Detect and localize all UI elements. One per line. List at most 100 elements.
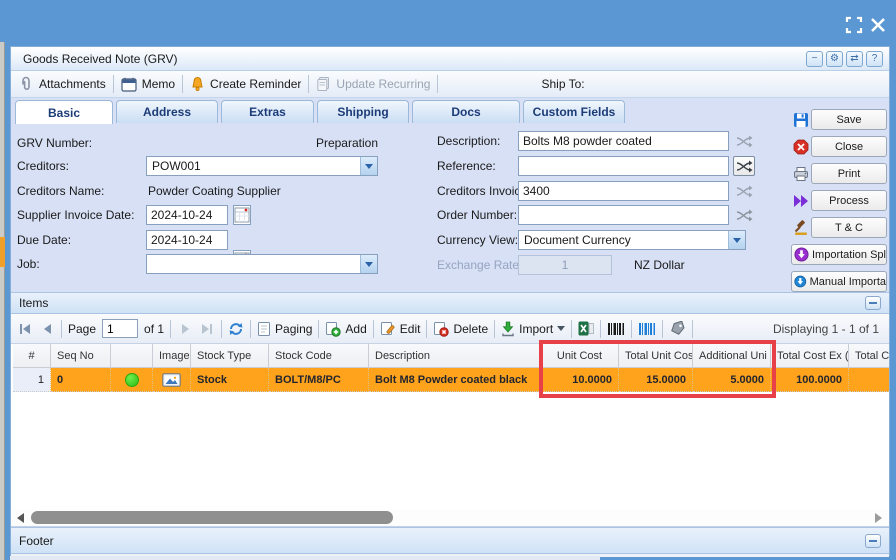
order-number-input[interactable] xyxy=(518,205,729,225)
last-page-button[interactable] xyxy=(199,321,215,337)
row-stock-type-cell: Stock xyxy=(191,368,269,392)
close-action: Close xyxy=(791,136,887,157)
col-header-total-cost-ex[interactable]: Total Cost Ex ( xyxy=(771,344,849,368)
update-recurring-button[interactable]: Update Recurring xyxy=(316,76,430,92)
close-button[interactable]: Close xyxy=(811,136,887,157)
reference-lookup-button[interactable] xyxy=(733,156,755,176)
col-header-unit-cost[interactable]: Unit Cost xyxy=(541,344,619,368)
create-reminder-button[interactable]: Create Reminder xyxy=(190,76,301,92)
job-combobox[interactable] xyxy=(146,254,378,274)
col-header-status[interactable] xyxy=(111,344,153,368)
col-header-description[interactable]: Description xyxy=(369,344,541,368)
supplier-invoice-date-input[interactable] xyxy=(146,205,228,225)
currency-view-value: Document Currency xyxy=(519,233,728,247)
description-input[interactable] xyxy=(518,131,729,151)
tab-custom-fields[interactable]: Custom Fields xyxy=(523,100,625,123)
first-page-button[interactable] xyxy=(17,321,33,337)
job-dropdown-button[interactable] xyxy=(360,255,377,273)
col-header-seq-no[interactable]: Seq No xyxy=(51,344,111,368)
close-icon[interactable] xyxy=(869,16,887,34)
toolbar-separator xyxy=(170,320,171,338)
delete-row-button[interactable]: Delete xyxy=(433,321,488,337)
minimize-button[interactable]: − xyxy=(806,51,823,67)
creditors-dropdown-button[interactable] xyxy=(360,157,377,175)
col-header-stock-code[interactable]: Stock Code xyxy=(269,344,369,368)
tab-extras[interactable]: Extras xyxy=(221,100,314,123)
items-grid: # Seq No Image Stock Type Stock Code Des… xyxy=(11,344,889,509)
creditors-invoice-no-input[interactable] xyxy=(518,181,729,201)
order-number-lookup-button[interactable] xyxy=(733,205,755,225)
col-header-total-unit-cost[interactable]: Total Unit Cos xyxy=(619,344,693,368)
col-header-image[interactable]: Image xyxy=(153,344,191,368)
shuffle-icon xyxy=(736,159,753,174)
process-button[interactable]: Process xyxy=(811,190,887,211)
add-row-button[interactable]: Add xyxy=(325,321,366,337)
col-header-total-cost[interactable]: Total Cos xyxy=(849,344,889,368)
triangle-left-icon xyxy=(23,324,30,334)
col-header-additional-unit[interactable]: Additional Uni xyxy=(693,344,771,368)
tab-docs[interactable]: Docs xyxy=(412,100,520,123)
horizontal-scrollbar[interactable] xyxy=(11,509,889,527)
creditors-combobox[interactable]: POW001 xyxy=(146,156,378,176)
toolbar-separator xyxy=(631,320,632,338)
memo-icon xyxy=(121,77,137,92)
supplier-invoice-date-picker-button[interactable] xyxy=(233,205,251,225)
export-excel-button[interactable] xyxy=(578,321,594,336)
row-image-cell[interactable] xyxy=(153,368,191,392)
delete-icon xyxy=(433,321,449,337)
import-button[interactable]: Import xyxy=(501,321,565,337)
edit-icon xyxy=(380,321,396,337)
footer-collapse-button[interactable] xyxy=(865,534,881,548)
table-row[interactable]: 1 0 Stock BOLT/M8/PC Bolt M8 Powder coat… xyxy=(13,368,889,392)
save-button[interactable]: Save xyxy=(811,109,887,130)
grv-status-value: Preparation xyxy=(253,133,378,153)
tab-address[interactable]: Address xyxy=(116,100,218,123)
creditors-invoice-lookup-button[interactable] xyxy=(733,181,755,201)
page-number-input[interactable] xyxy=(102,319,138,338)
col-header-num[interactable]: # xyxy=(13,344,51,368)
next-page-button[interactable] xyxy=(177,321,193,337)
row-stock-code-cell: BOLT/M8/PC xyxy=(269,368,369,392)
items-collapse-button[interactable] xyxy=(865,296,881,310)
due-date-input[interactable] xyxy=(146,230,228,250)
tab-shipping[interactable]: Shipping xyxy=(317,100,409,123)
job-label: Job: xyxy=(17,254,40,274)
paging-button[interactable]: Paging xyxy=(257,321,312,337)
document-icon xyxy=(257,321,271,337)
attachments-button[interactable]: Attachments xyxy=(19,76,106,92)
shuffle-icon xyxy=(736,208,753,223)
grv-dialog: Goods Received Note (GRV) − ⚙ ⇄ ? Attach… xyxy=(10,46,890,556)
col-header-stock-type[interactable]: Stock Type xyxy=(191,344,269,368)
scrollbar-thumb[interactable] xyxy=(31,511,393,524)
scroll-right-arrow[interactable] xyxy=(875,513,882,523)
help-button[interactable]: ? xyxy=(866,51,883,67)
process-action: Process xyxy=(791,190,887,211)
description-lookup-button[interactable] xyxy=(733,131,755,151)
fullscreen-icon[interactable] xyxy=(845,16,863,34)
dialog-title: Goods Received Note (GRV) xyxy=(23,52,178,66)
refresh-grid-button[interactable] xyxy=(228,321,244,337)
prev-page-button[interactable] xyxy=(39,321,55,337)
tandc-button[interactable]: T & C xyxy=(811,217,887,238)
tab-basic[interactable]: Basic xyxy=(15,100,113,124)
settings-button[interactable]: ⚙ xyxy=(826,51,843,67)
barcode-print-button[interactable] xyxy=(607,322,625,336)
label-tag-button[interactable] xyxy=(669,321,686,336)
toolbar-separator xyxy=(692,320,693,338)
row-unit-cost-cell: 10.0000 xyxy=(541,368,619,392)
currency-view-dropdown-button[interactable] xyxy=(728,231,745,249)
currency-view-combobox[interactable]: Document Currency xyxy=(518,230,746,250)
manual-import-button[interactable]: Manual Importa xyxy=(791,271,887,292)
row-total-cost-ex-cell: 100.0000 xyxy=(771,368,849,392)
refresh-button[interactable]: ⇄ xyxy=(846,51,863,67)
status-green-icon xyxy=(125,373,139,387)
row-description-cell: Bolt M8 Powder coated black xyxy=(369,368,541,392)
reference-input[interactable] xyxy=(518,156,729,176)
memo-button[interactable]: Memo xyxy=(121,77,175,92)
calendar-icon xyxy=(234,206,250,224)
scroll-left-arrow[interactable] xyxy=(17,513,24,523)
print-button[interactable]: Print xyxy=(811,163,887,184)
edit-row-button[interactable]: Edit xyxy=(380,321,421,337)
importation-split-button[interactable]: Importation Spl xyxy=(791,244,887,265)
barcode-scan-button[interactable] xyxy=(638,322,656,336)
